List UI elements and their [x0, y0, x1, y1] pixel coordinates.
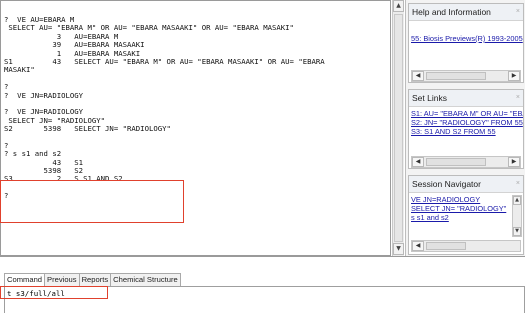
command-pane: Command Previous Reports Chemical Struct…	[0, 256, 525, 313]
session-item-ve-radiology[interactable]: VE JN=RADIOLOGY	[409, 195, 511, 204]
tab-command[interactable]: Command	[4, 273, 46, 286]
scroll-right-arrow-icon[interactable]: ▶	[508, 157, 520, 167]
scroll-left-arrow-icon[interactable]: ◀	[412, 157, 424, 167]
command-tab-strip: Command Previous Reports Chemical Struct…	[4, 273, 181, 286]
set-link-s2[interactable]: S2: JN= "RADIOLOGY" FROM 55	[409, 118, 523, 127]
tab-chemical-structure[interactable]: Chemical Structure	[110, 273, 181, 286]
set-link-s3[interactable]: S3: S1 AND S2 FROM 55	[409, 127, 523, 136]
scroll-thumb[interactable]	[394, 14, 403, 242]
output-line: ? VE JN=RADIOLOGY	[4, 90, 84, 100]
session-vertical-scrollbar[interactable]: ▲ ▼	[512, 195, 522, 237]
close-icon[interactable]: ×	[516, 176, 520, 192]
session-navigator-panel: Session Navigator × VE JN=RADIOLOGY SELE…	[408, 175, 524, 255]
set-links-horizontal-scrollbar[interactable]: ◀ ▶	[411, 156, 521, 168]
session-item-s1-and-s2[interactable]: s s1 and s2	[409, 213, 511, 222]
set-links-header: Set Links ×	[409, 90, 523, 107]
session-navigator-header: Session Navigator ×	[409, 176, 523, 193]
scroll-right-arrow-icon[interactable]: ▶	[508, 71, 520, 81]
session-item-select-radiology[interactable]: SELECT JN= "RADIOLOGY"	[409, 204, 511, 213]
help-database-link[interactable]: 55: Biosis Previews(R) 1993-2005	[409, 34, 523, 43]
set-link-s1[interactable]: S1: AU= "EBARA M" OR AU= "EBA	[409, 109, 523, 118]
right-sidebar: Help and Information × 55: Biosis Previe…	[405, 0, 525, 256]
set-links-title: Set Links	[412, 93, 447, 103]
output-line: S2 5398 SELECT JN= "RADIOLOGY"	[4, 124, 171, 134]
results-highlight-box	[0, 180, 184, 223]
scroll-thumb[interactable]	[426, 242, 466, 250]
help-information-panel: Help and Information × 55: Biosis Previe…	[408, 3, 524, 83]
scroll-down-arrow-icon[interactable]: ▼	[513, 227, 521, 236]
scroll-left-arrow-icon[interactable]: ◀	[412, 241, 424, 251]
output-line: S1 43 SELECT AU= "EBARA M" OR AU= "EBARA…	[4, 56, 325, 66]
session-horizontal-scrollbar[interactable]: ◀	[411, 240, 521, 252]
help-panel-title: Help and Information	[412, 7, 491, 17]
scroll-thumb[interactable]	[426, 72, 486, 80]
scroll-up-arrow-icon[interactable]: ▲	[393, 0, 404, 12]
output-text: ? VE AU=EBARA M SELECT AU= "EBARA M" OR …	[4, 15, 382, 201]
tab-reports[interactable]: Reports	[78, 273, 112, 286]
output-vertical-scrollbar[interactable]: ▲ ▼	[392, 0, 404, 256]
scroll-thumb[interactable]	[426, 158, 486, 166]
close-icon[interactable]: ×	[516, 90, 520, 106]
scroll-up-arrow-icon[interactable]: ▲	[513, 196, 521, 205]
scroll-down-arrow-icon[interactable]: ▼	[393, 243, 404, 255]
command-highlight-box	[0, 286, 108, 299]
close-icon[interactable]: ×	[516, 4, 520, 20]
help-panel-header: Help and Information ×	[409, 4, 523, 21]
help-horizontal-scrollbar[interactable]: ◀ ▶	[411, 70, 521, 82]
tab-previous[interactable]: Previous	[44, 273, 80, 286]
scroll-left-arrow-icon[interactable]: ◀	[412, 71, 424, 81]
session-navigator-title: Session Navigator	[412, 179, 481, 189]
output-line: MASAKI"	[4, 65, 35, 75]
set-links-panel: Set Links × S1: AU= "EBARA M" OR AU= "EB…	[408, 89, 524, 169]
